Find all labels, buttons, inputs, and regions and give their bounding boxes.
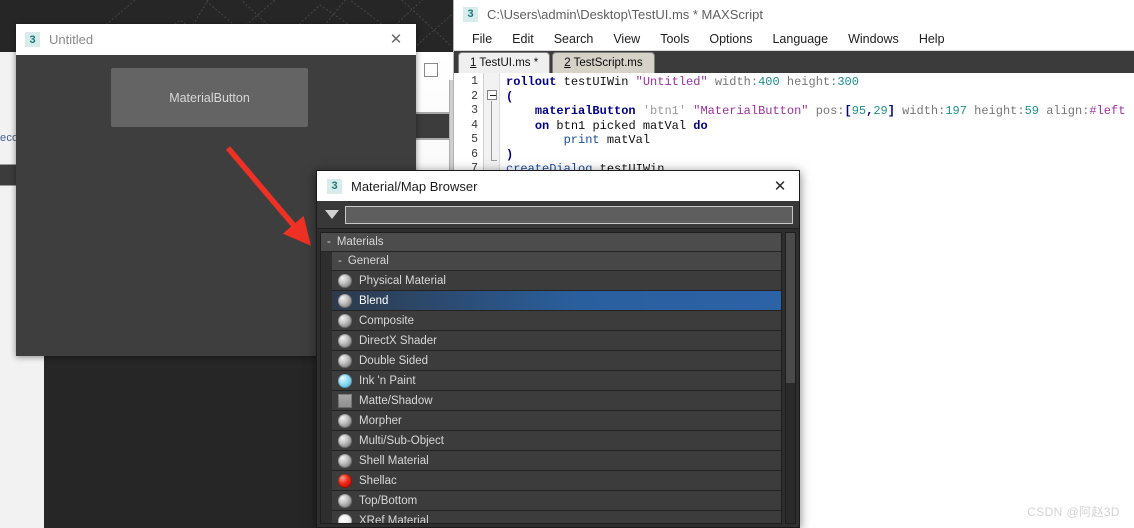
fold-guide-line: [491, 101, 492, 161]
menu-view[interactable]: View: [603, 30, 650, 48]
material-sphere-icon: [338, 273, 352, 288]
maxscript-window-title: C:\Users\admin\Desktop\TestUI.ms * MAXSc…: [487, 6, 763, 22]
max-app-icon: 3: [327, 178, 342, 194]
material-sphere-icon: [338, 473, 352, 488]
material-label: Top/Bottom: [359, 494, 418, 507]
menu-tools[interactable]: Tools: [650, 30, 699, 48]
search-input[interactable]: [345, 205, 793, 224]
maxscript-titlebar: 3 C:\Users\admin\Desktop\TestUI.ms * MAX…: [454, 0, 1134, 28]
tab-label: TestUI.ms *: [479, 57, 539, 69]
material-square-icon: [338, 393, 352, 408]
editor-tabstrip: 1 TestUI.ms * 2 TestScript.ms: [454, 51, 1134, 73]
chevron-down-icon[interactable]: [325, 210, 339, 219]
line-number: 5: [471, 133, 478, 146]
material-sphere-icon: [338, 433, 352, 448]
max-app-icon: 3: [463, 6, 478, 22]
line-number: 2: [471, 89, 478, 103]
list-item[interactable]: Double Sided: [332, 351, 781, 371]
material-label: Shell Material: [359, 454, 429, 467]
material-sphere-icon: [338, 493, 352, 508]
line-number: 6: [471, 147, 478, 161]
list-item[interactable]: DirectX Shader: [332, 331, 781, 351]
menu-file[interactable]: File: [462, 30, 502, 48]
material-label: Multi/Sub-Object: [359, 434, 445, 447]
menu-options[interactable]: Options: [699, 30, 762, 48]
line-number: 4: [471, 118, 478, 132]
material-sphere-icon: [338, 353, 352, 368]
browser-title: Material/Map Browser: [351, 178, 478, 194]
watermark: CSDN @阿赵3D: [1027, 505, 1120, 519]
material-label: XRef Material: [359, 514, 429, 524]
material-label: Shellac: [359, 474, 397, 487]
line-number: 3: [471, 104, 478, 117]
max-app-icon: 3: [25, 32, 40, 47]
menu-edit[interactable]: Edit: [502, 30, 544, 48]
material-label: DirectX Shader: [359, 334, 437, 347]
group-header-materials[interactable]: - Materials: [321, 233, 781, 252]
fold-collapse-icon[interactable]: [487, 90, 497, 100]
material-sphere-icon: [338, 373, 352, 388]
list-item[interactable]: Morpher: [332, 411, 781, 431]
material-label: Physical Material: [359, 274, 446, 287]
close-icon[interactable]: ✕: [769, 175, 791, 197]
material-label: Morpher: [359, 414, 402, 427]
menu-language[interactable]: Language: [762, 30, 838, 48]
material-sphere-icon: [338, 293, 352, 308]
material-list[interactable]: - Materials - General Physical Material …: [320, 232, 782, 524]
list-item[interactable]: Shellac: [332, 471, 781, 491]
browser-scrollbar[interactable]: [785, 232, 796, 524]
fold-end-tick: [491, 160, 497, 161]
material-sphere-icon: [338, 413, 352, 428]
panel-checkbox[interactable]: [424, 63, 438, 77]
material-sphere-icon: [338, 313, 352, 328]
list-item[interactable]: Blend: [332, 291, 781, 311]
menubar: File Edit Search View Tools Options Lang…: [454, 28, 1134, 51]
tab-label: TestScript.ms: [573, 57, 643, 69]
menu-search[interactable]: Search: [544, 30, 604, 48]
list-item[interactable]: Composite: [332, 311, 781, 331]
list-item[interactable]: Shell Material: [332, 451, 781, 471]
menu-windows[interactable]: Windows: [838, 30, 909, 48]
untitled-dialog-title: Untitled: [49, 32, 94, 47]
tab-number: 1: [470, 57, 477, 69]
material-map-browser: 3 Material/Map Browser ✕ - Materials - G…: [316, 170, 800, 528]
group-label: General: [347, 255, 389, 267]
material-label: Ink 'n Paint: [359, 374, 416, 387]
material-label: Matte/Shadow: [359, 394, 433, 407]
list-item[interactable]: Physical Material: [332, 271, 781, 291]
list-item[interactable]: Multi/Sub-Object: [332, 431, 781, 451]
list-item[interactable]: Ink 'n Paint: [332, 371, 781, 391]
panel-dark-band: [413, 112, 453, 140]
list-item[interactable]: XRef Material: [332, 511, 781, 524]
group-header-general[interactable]: - General: [332, 252, 781, 271]
material-sphere-icon: [338, 453, 352, 468]
list-item[interactable]: Top/Bottom: [332, 491, 781, 511]
material-label: Composite: [359, 314, 414, 327]
list-item[interactable]: Matte/Shadow: [332, 391, 781, 411]
tab-testscript-ms[interactable]: 2 TestScript.ms: [552, 52, 655, 73]
material-sphere-icon: [338, 333, 352, 348]
tab-number: 2: [564, 57, 571, 69]
material-label: Double Sided: [359, 354, 429, 367]
material-sphere-icon: [338, 513, 352, 523]
material-button[interactable]: MaterialButton: [111, 68, 308, 127]
scrollbar-thumb[interactable]: [786, 233, 795, 383]
close-icon[interactable]: ✕: [385, 29, 407, 51]
browser-body: - Materials - General Physical Material …: [317, 229, 799, 527]
line-number: 1: [471, 75, 478, 88]
collapse-icon[interactable]: -: [338, 255, 342, 267]
menu-help[interactable]: Help: [909, 30, 955, 48]
browser-search-row: [317, 201, 799, 229]
collapse-icon[interactable]: -: [327, 236, 331, 248]
tab-testui-ms[interactable]: 1 TestUI.ms *: [458, 52, 551, 73]
group-label: Materials: [336, 236, 384, 248]
screen: eco 3 C:\Users\admin\Desktop\TestUI.ms *…: [0, 0, 1134, 528]
untitled-dialog-titlebar[interactable]: 3 Untitled ✕: [16, 24, 416, 55]
material-label: Blend: [359, 294, 389, 307]
browser-titlebar[interactable]: 3 Material/Map Browser ✕: [317, 171, 799, 201]
